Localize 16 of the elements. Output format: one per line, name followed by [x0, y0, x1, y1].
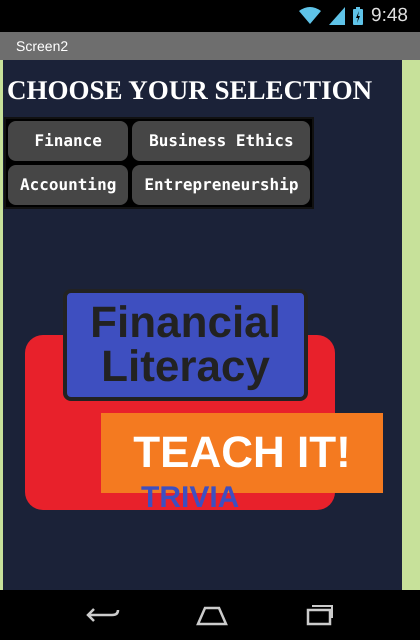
- category-button[interactable]: Finance: [8, 120, 128, 160]
- logo-subtitle: TRIVIA: [141, 482, 240, 512]
- recents-icon[interactable]: [304, 604, 334, 626]
- logo-text: Literacy: [101, 344, 270, 388]
- logo-text: Financial: [90, 300, 281, 344]
- category-button[interactable]: Business Ethics: [132, 120, 310, 160]
- category-button[interactable]: Accounting: [8, 164, 128, 204]
- battery-icon: [353, 7, 364, 25]
- wifi-icon: [299, 7, 322, 25]
- logo-banner-text: TEACH IT!: [133, 426, 351, 478]
- heading: CHOOSE YOUR SELECTION: [7, 74, 372, 107]
- signal-icon: [329, 7, 346, 25]
- status-time: 9:48: [371, 4, 408, 28]
- category-button[interactable]: Entrepreneurship: [132, 164, 310, 204]
- home-icon[interactable]: [194, 604, 229, 626]
- window-title: Screen2: [16, 36, 68, 56]
